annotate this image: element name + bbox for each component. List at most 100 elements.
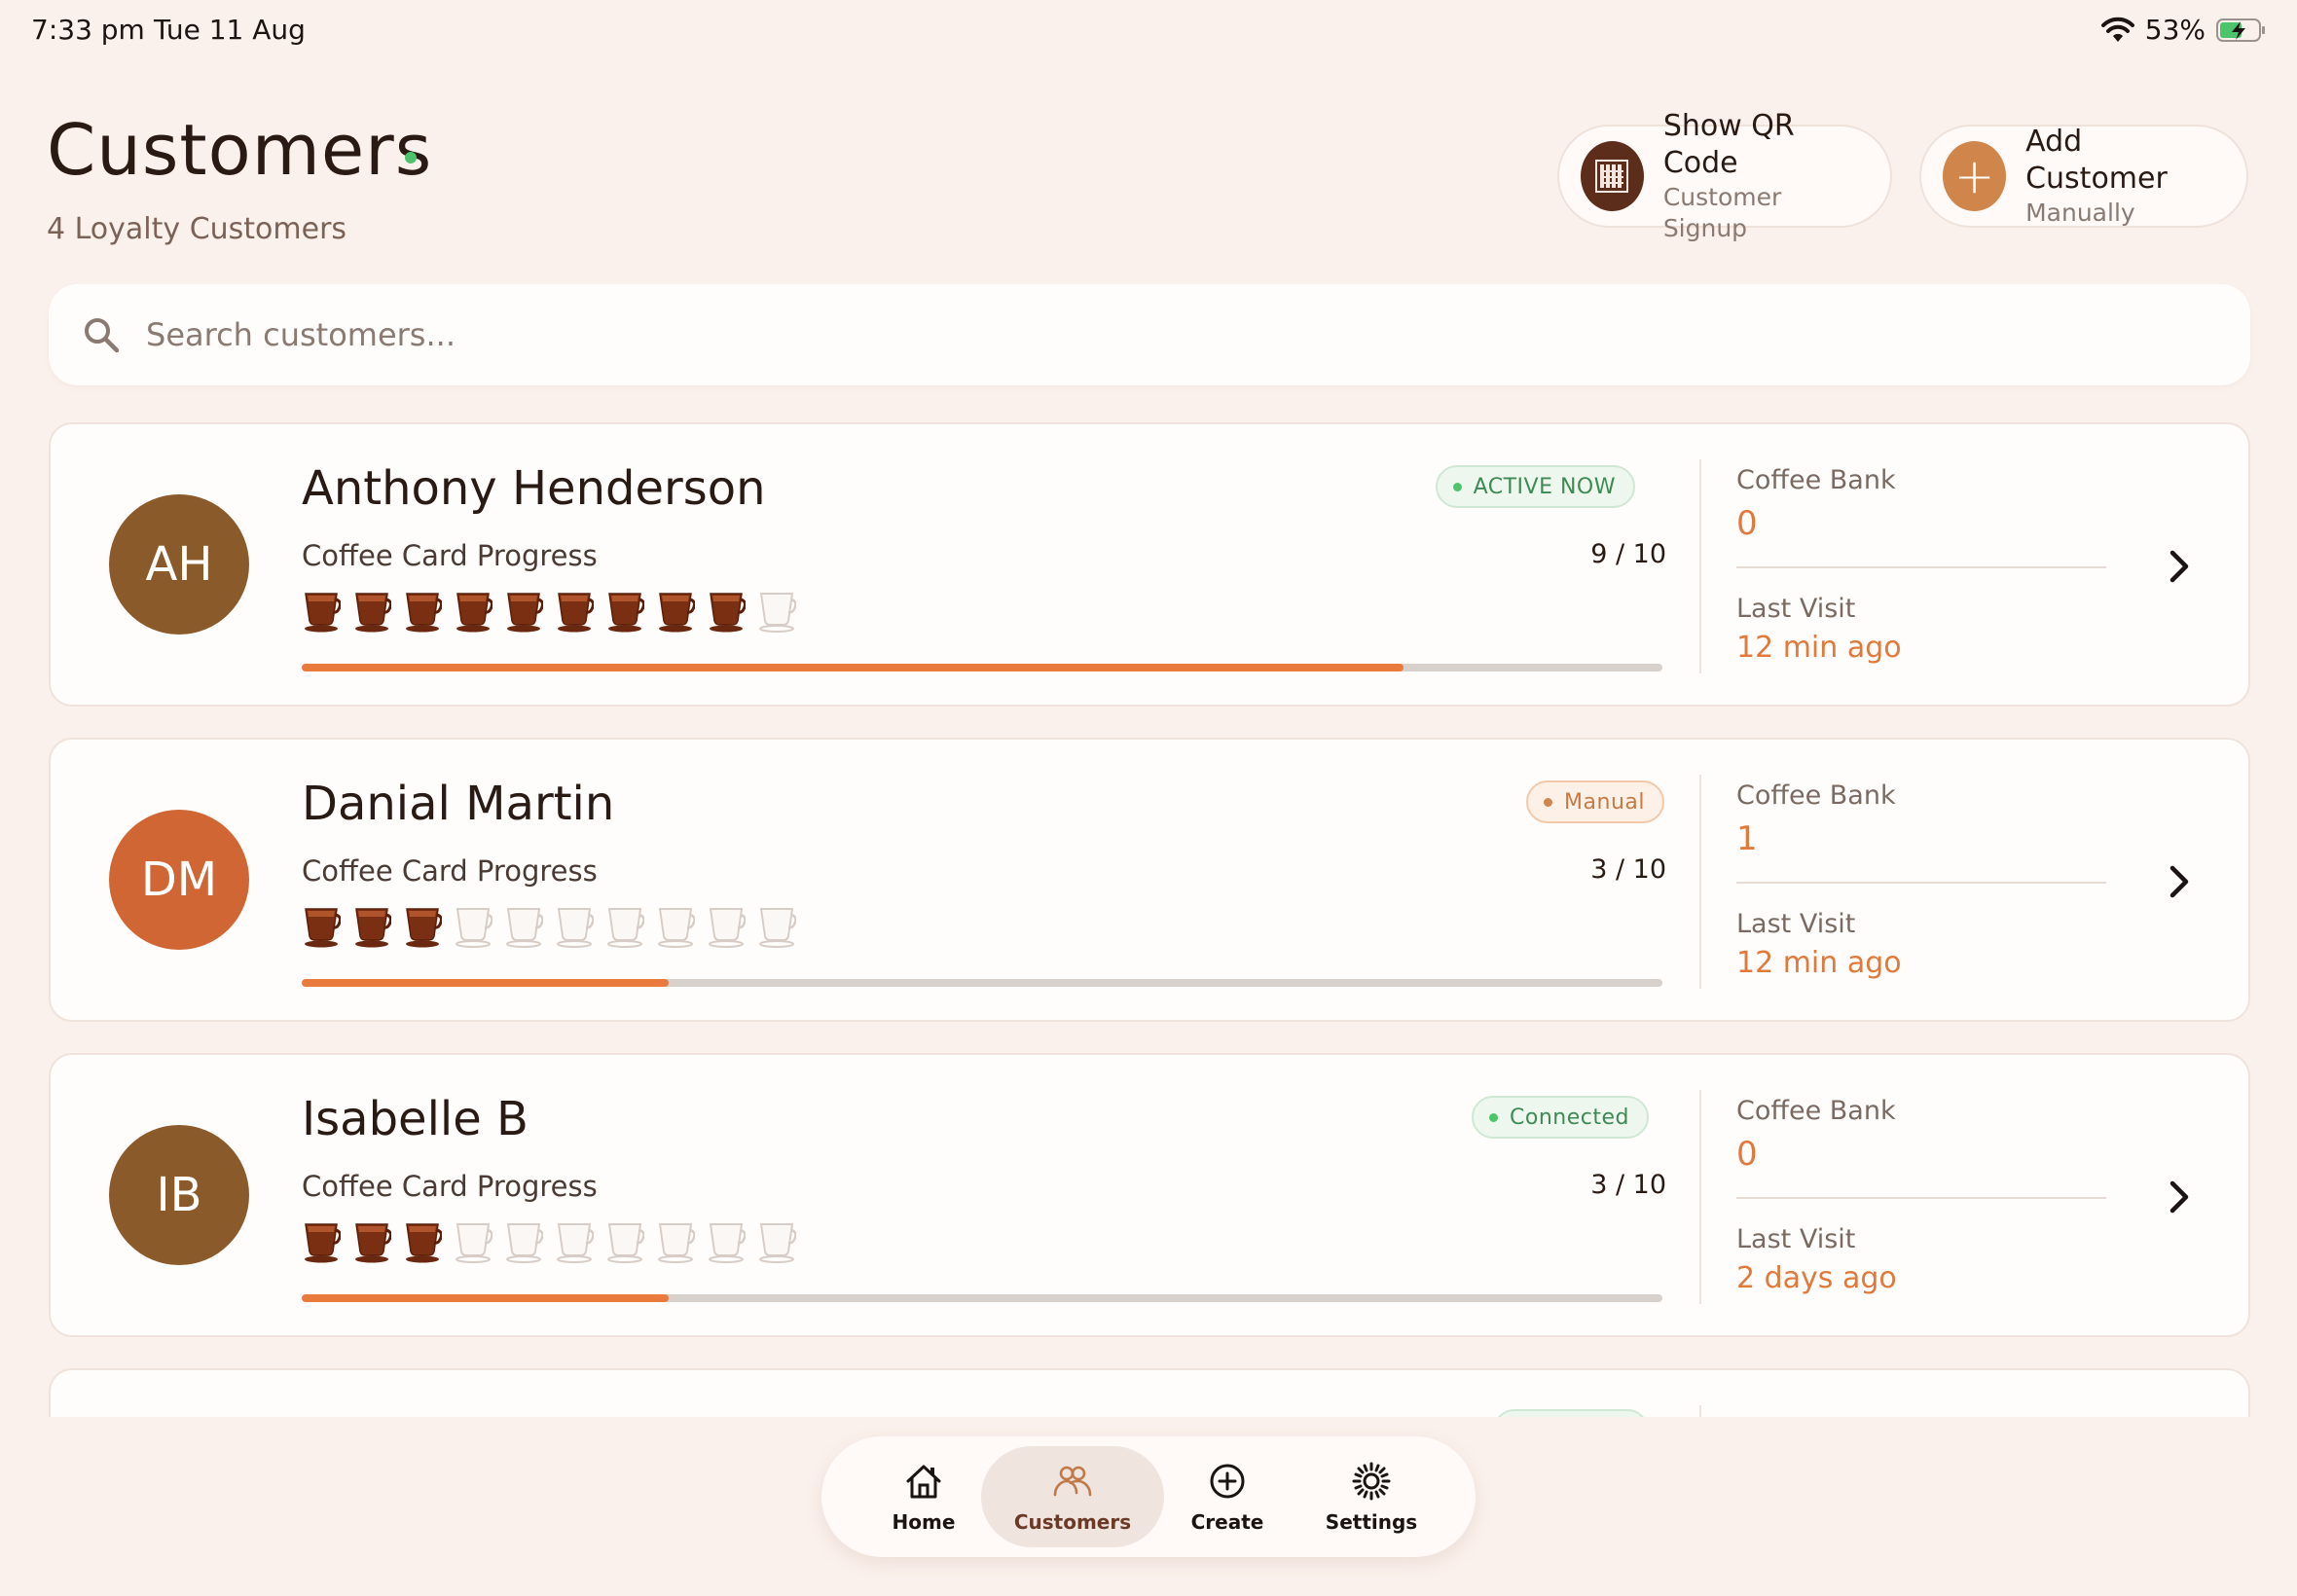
badge-dot [1489, 1112, 1499, 1122]
coffee-bank-label: Coffee Bank [1736, 1096, 1896, 1126]
coffee-cup-filled-icon [656, 588, 696, 633]
customer-count: 4 Loyalty Customers [47, 212, 347, 246]
progress-bar-fill [302, 979, 670, 987]
coffee-cup-filled-icon [504, 588, 544, 633]
customer-card[interactable]: DM Danial Martin Manual Coffee Card Prog… [49, 738, 2250, 1022]
nav-label: Home [892, 1510, 956, 1534]
coffee-cup-empty-icon [757, 588, 797, 633]
last-visit-value: 12 min ago [1736, 946, 1902, 980]
coffee-bank-value: 0 [1736, 504, 1758, 543]
progress-bar [302, 664, 1662, 671]
coffee-cup-empty-icon [707, 903, 747, 948]
search-input[interactable] [146, 316, 1995, 353]
last-visit-label: Last Visit [1736, 1224, 1856, 1254]
customer-card[interactable]: AH Anthony Henderson ACTIVE NOW Coffee C… [49, 422, 2250, 707]
search-bar[interactable] [49, 284, 2250, 385]
nav-home[interactable]: Home [860, 1436, 987, 1557]
progress-bar [302, 979, 1662, 987]
coffee-cup-empty-icon [757, 1218, 797, 1263]
coffee-cup-filled-icon [403, 1218, 443, 1263]
coffee-cup-empty-icon [757, 903, 797, 948]
coffee-cup-filled-icon [302, 588, 342, 633]
nav-settings[interactable]: Settings [1308, 1436, 1435, 1557]
customer-name: Danial Martin [302, 777, 615, 831]
online-status-dot [405, 152, 417, 163]
coffee-cup-empty-icon [454, 903, 493, 948]
coffee-cup-filled-icon [352, 1218, 392, 1263]
nav-label: Customers [1013, 1510, 1132, 1534]
wifi-icon [2100, 17, 2134, 42]
divider [1736, 566, 2106, 568]
chevron-right-icon[interactable] [2165, 547, 2194, 586]
progress-label: Coffee Card Progress [302, 539, 598, 572]
coffee-cup-empty-icon [555, 1218, 595, 1263]
coffee-cup-filled-icon [605, 588, 645, 633]
badge-label: Manual [1564, 789, 1645, 815]
coffee-cup-filled-icon [707, 588, 747, 633]
status-badge: ACTIVE NOW [1435, 465, 1635, 508]
status-badge [1493, 1409, 1649, 1417]
battery-icon [2216, 18, 2265, 42]
coffee-cup-empty-icon [504, 903, 544, 948]
avatar: AH [109, 494, 249, 635]
last-visit-label: Last Visit [1736, 594, 1856, 624]
status-indicators: 53% [2100, 14, 2268, 46]
create-icon [1210, 1464, 1245, 1499]
coffee-cup-empty-icon [605, 903, 645, 948]
avatar: DM [109, 810, 249, 950]
coffee-stamps [302, 903, 797, 948]
status-bar: 7:33 pm Tue 11 Aug 53% [0, 0, 2297, 58]
progress-count: 3 / 10 [1590, 854, 1666, 885]
show-qr-code-button[interactable]: Show QR Code Customer Signup [1557, 109, 1892, 242]
divider [1699, 775, 1701, 989]
progress-count: 3 / 10 [1590, 1170, 1666, 1200]
coffee-cup-filled-icon [352, 588, 392, 633]
customer-name: Anthony Henderson [302, 461, 766, 516]
customer-card[interactable] [49, 1368, 2250, 1417]
coffee-bank-label: Coffee Bank [1736, 465, 1896, 495]
add-button-label: Add Customer [2025, 125, 2168, 196]
coffee-cup-empty-icon [707, 1218, 747, 1263]
qr-button-sublabel: Customer Signup [1662, 183, 1782, 242]
coffee-bank-value: 0 [1736, 1135, 1758, 1174]
customers-icon [1053, 1466, 1092, 1497]
add-customer-button[interactable]: + Add Customer Manually [1919, 125, 2248, 228]
divider [1699, 1090, 1701, 1304]
coffee-cup-filled-icon [302, 1218, 342, 1263]
coffee-cup-filled-icon [352, 903, 392, 948]
coffee-cup-filled-icon [403, 903, 443, 948]
divider [1699, 459, 1701, 673]
progress-label: Coffee Card Progress [302, 854, 598, 888]
avatar: IB [109, 1125, 249, 1265]
settings-icon [1352, 1462, 1391, 1501]
chevron-right-icon[interactable] [2165, 862, 2194, 901]
customer-card[interactable]: IB Isabelle B Connected Coffee Card Prog… [49, 1053, 2250, 1337]
qr-button-label: Show QR Code [1662, 109, 1795, 180]
coffee-cup-empty-icon [454, 1218, 493, 1263]
battery-percent: 53% [2144, 14, 2206, 46]
badge-label: Connected [1510, 1105, 1629, 1130]
status-date: Tue 11 Aug [154, 14, 306, 46]
customer-name: Isabelle B [302, 1092, 529, 1146]
nav-create[interactable]: Create [1164, 1436, 1291, 1557]
last-visit-value: 12 min ago [1736, 631, 1902, 665]
chevron-right-icon[interactable] [2165, 1178, 2194, 1216]
status-badge: Connected [1472, 1096, 1649, 1139]
search-icon [85, 318, 120, 353]
progress-label: Coffee Card Progress [302, 1170, 598, 1203]
coffee-cup-empty-icon [504, 1218, 544, 1263]
badge-label: ACTIVE NOW [1473, 474, 1616, 499]
nav-customers[interactable]: Customers [981, 1446, 1164, 1547]
qr-code-icon [1581, 141, 1644, 211]
plus-icon: + [1943, 141, 2007, 211]
nav-label: Settings [1325, 1510, 1418, 1534]
customer-list: AH Anthony Henderson ACTIVE NOW Coffee C… [49, 422, 2250, 1417]
home-icon [906, 1465, 941, 1499]
coffee-bank-value: 1 [1736, 819, 1758, 858]
badge-dot [1544, 797, 1553, 807]
last-visit-label: Last Visit [1736, 909, 1856, 939]
coffee-stamps [302, 588, 797, 633]
coffee-cup-empty-icon [555, 903, 595, 948]
progress-bar-fill [302, 664, 1404, 671]
coffee-cup-filled-icon [555, 588, 595, 633]
